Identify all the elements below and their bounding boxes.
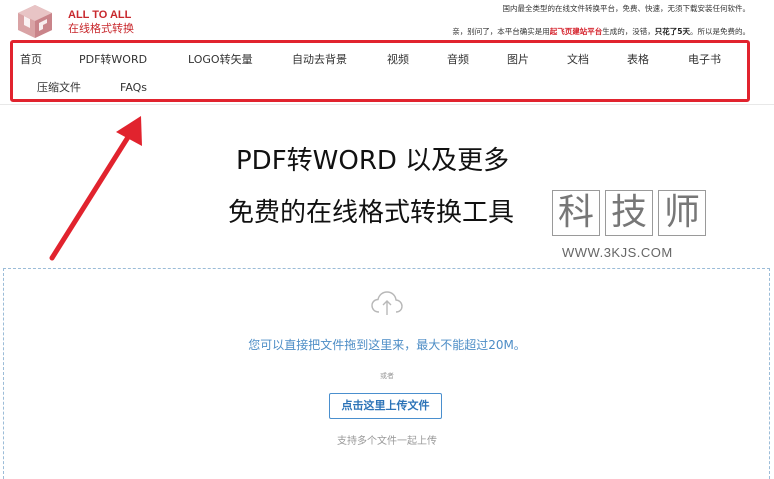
nav-item-ebook[interactable]: 电子书 — [688, 53, 721, 67]
logo-title-cn: 在线格式转换 — [68, 22, 134, 35]
nav-item-pdf-to-word[interactable]: PDF转WORD — [79, 53, 147, 67]
hero-title: PDF转WORD 以及更多 — [236, 146, 510, 176]
nav-item-spreadsheet[interactable]: 表格 — [627, 53, 649, 67]
watermark-char-3: 师 — [658, 190, 706, 236]
notice-part-e: 。所以是免费的。 — [690, 27, 750, 36]
watermark-url: WWW.3KJS.COM — [562, 245, 673, 260]
hero-subtitle: 免费的在线格式转换工具 — [228, 198, 515, 228]
nav-item-home[interactable]: 首页 — [20, 53, 42, 67]
upload-file-button[interactable]: 点击这里上传文件 — [329, 393, 442, 419]
logo-text[interactable]: ALL TO ALL 在线格式转换 — [68, 8, 134, 36]
nav-item-archive[interactable]: 压缩文件 — [37, 81, 81, 95]
main-nav: 首页 PDF转WORD LOGO转矢量 自动去背景 视频 音频 图片 文档 表格… — [10, 40, 750, 102]
watermark-logo: 科 技 师 — [552, 190, 710, 238]
multi-upload-hint: 支持多个文件一起上传 — [337, 436, 437, 447]
notice-platform-link[interactable]: 起飞页建站平台 — [550, 27, 603, 36]
hero-divider — [0, 104, 774, 105]
nav-item-document[interactable]: 文档 — [567, 53, 589, 67]
watermark-char-2: 技 — [605, 190, 653, 236]
nav-item-video[interactable]: 视频 — [387, 53, 409, 67]
nav-item-image[interactable]: 图片 — [507, 53, 529, 67]
notice-days: 只花了5天 — [654, 27, 690, 36]
nav-item-logo-to-vector[interactable]: LOGO转矢量 — [188, 53, 253, 67]
notice-line-1: 国内最全类型的在线文件转换平台，免费、快速，无须下载安装任何软件。 — [502, 4, 751, 13]
notice-part-c: 生成的，没错， — [602, 27, 655, 36]
logo-cube-icon[interactable] — [15, 3, 55, 39]
or-separator: 或者 — [380, 372, 394, 380]
notice-part-a: 亲，别问了，本平台确实是用 — [452, 27, 550, 36]
notice-line-2: 亲，别问了，本平台确实是用起飞页建站平台生成的，没错，只花了5天。所以是免费的。 — [452, 27, 750, 37]
nav-item-remove-background[interactable]: 自动去背景 — [292, 53, 347, 67]
drop-hint: 您可以直接把文件拖到这里来，最大不能超过20M。 — [248, 338, 526, 352]
cloud-upload-icon — [371, 291, 403, 315]
logo-title-en: ALL TO ALL — [68, 9, 132, 21]
site-header: ALL TO ALL 在线格式转换 国内最全类型的在线文件转换平台，免费、快速，… — [0, 0, 774, 42]
watermark-char-1: 科 — [552, 190, 600, 236]
nav-item-audio[interactable]: 音频 — [447, 53, 469, 67]
nav-item-faqs[interactable]: FAQs — [120, 81, 147, 95]
